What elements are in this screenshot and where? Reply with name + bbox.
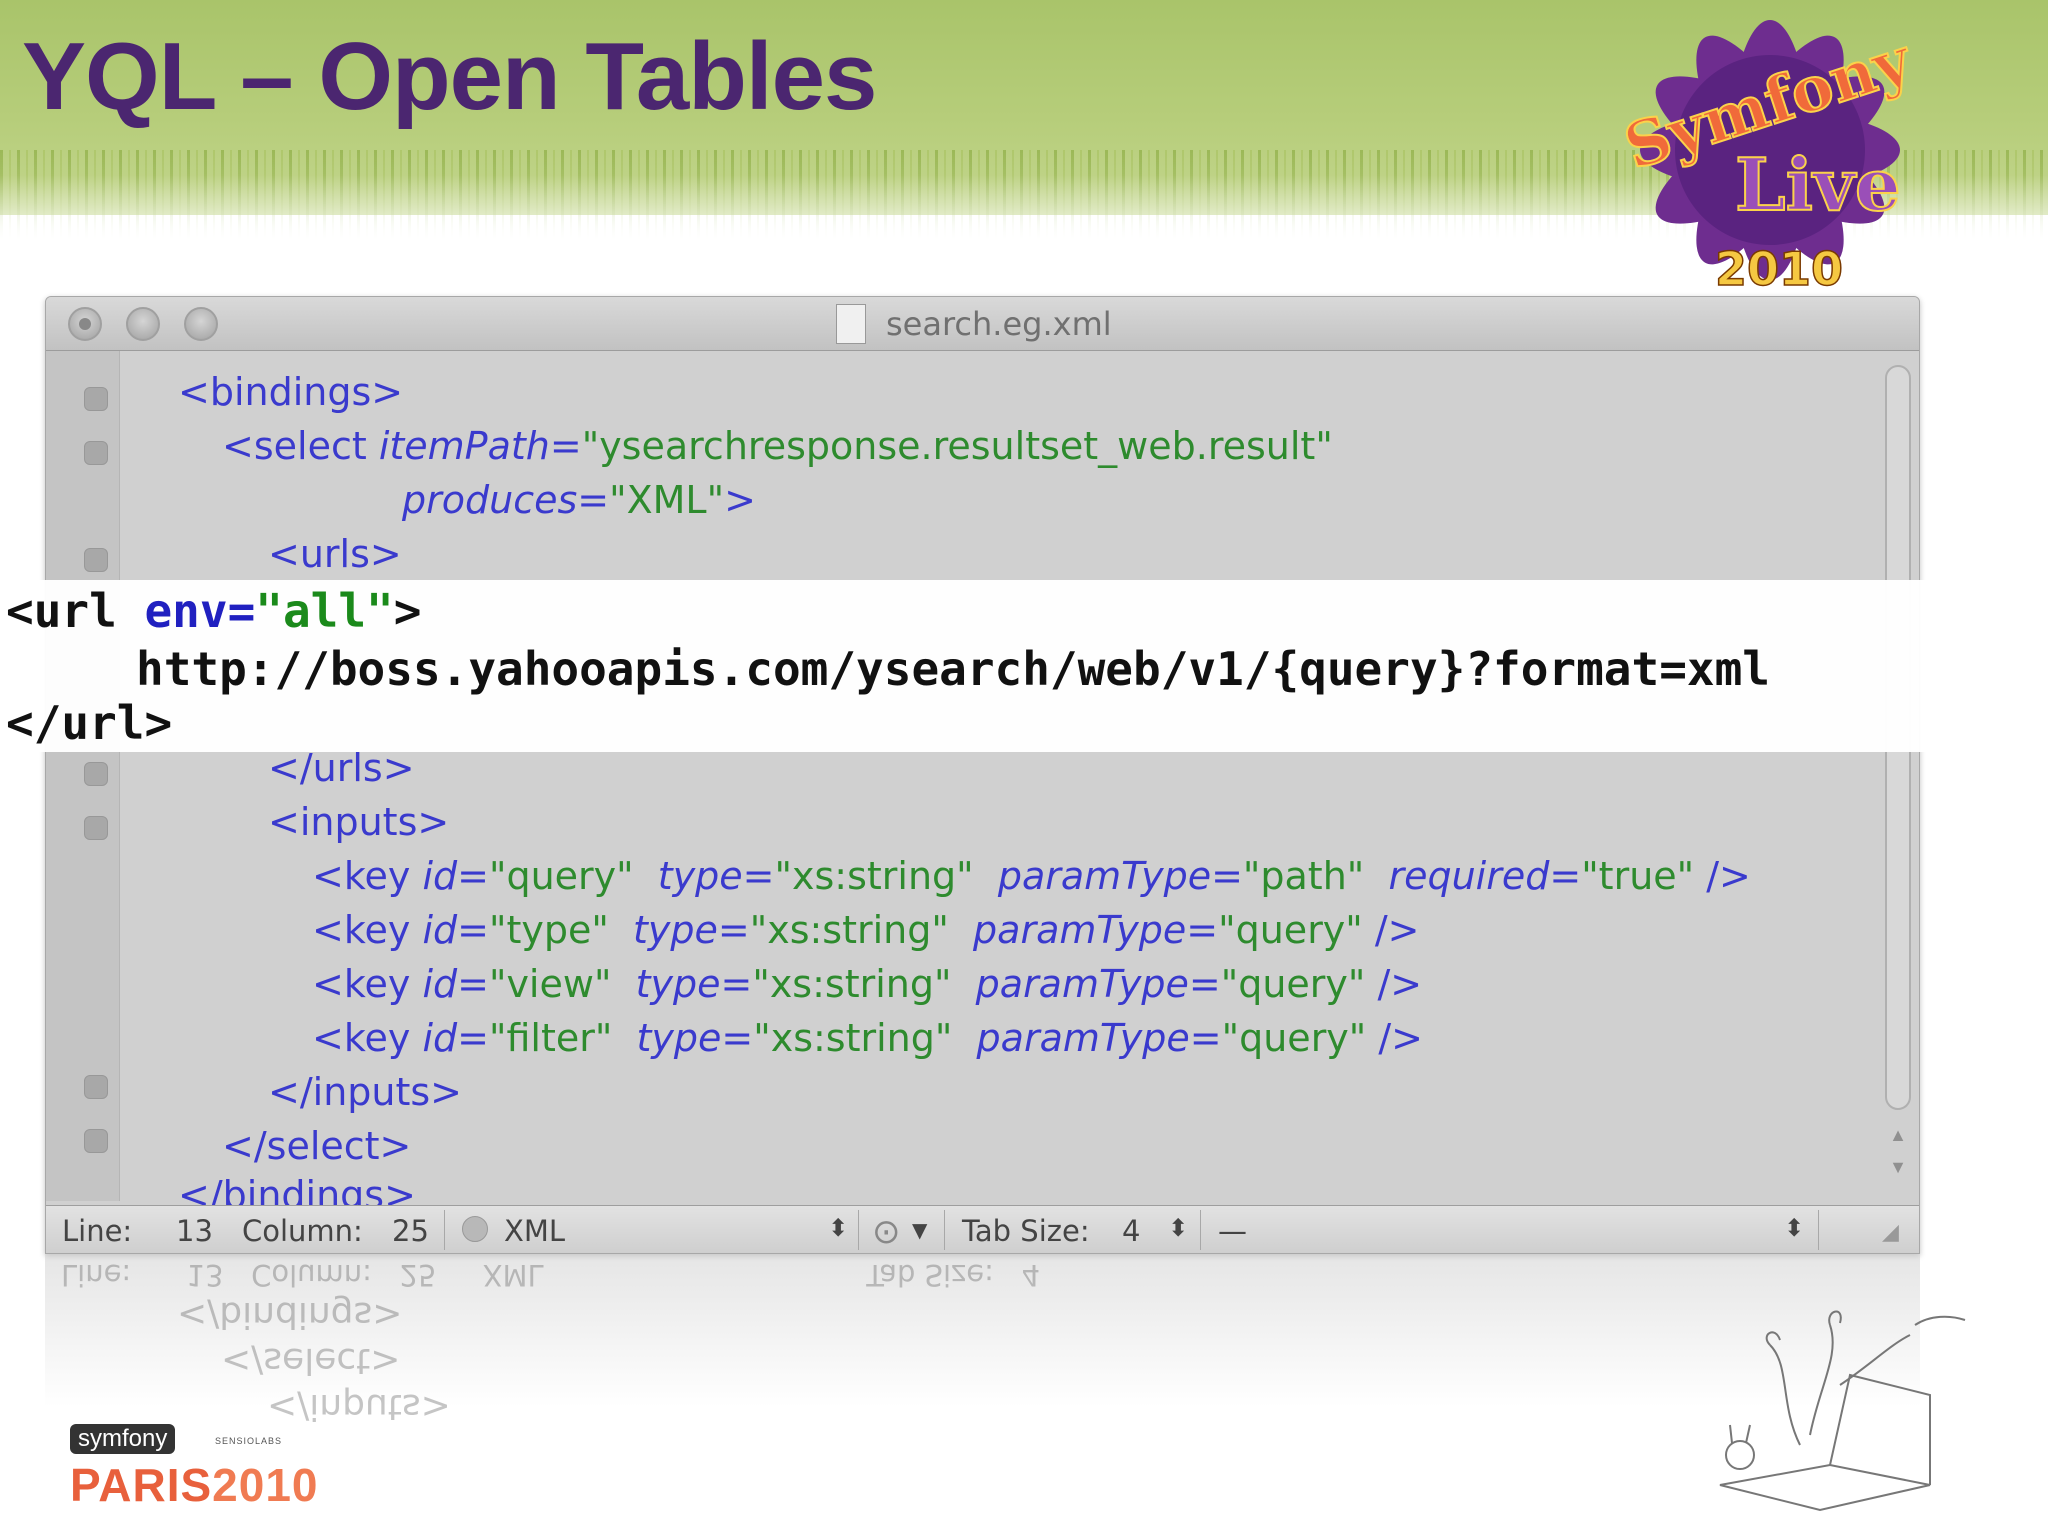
- editor-window: search.eg.xml ▲ ▼ <bindings> <select ite…: [45, 296, 1920, 1254]
- code-line: <inputs>: [268, 800, 450, 844]
- tab-size-value[interactable]: 4: [1122, 1214, 1140, 1248]
- code-line: <key id="filter" type="xs:string" paramT…: [312, 1016, 1424, 1060]
- resize-grip-icon[interactable]: ◢: [1882, 1220, 1899, 1245]
- chevron-down-icon[interactable]: ▼: [912, 1218, 927, 1242]
- column-label: Column:: [242, 1214, 363, 1248]
- language-stepper-icon[interactable]: ⬍: [828, 1214, 848, 1242]
- status-separator: [444, 1210, 445, 1250]
- tab-size-stepper-icon[interactable]: ⬍: [1168, 1214, 1188, 1242]
- logo-text-year: 2010: [1715, 242, 1843, 296]
- status-separator: [858, 1210, 859, 1250]
- code-line: </urls>: [268, 746, 415, 790]
- column-value: 25: [392, 1214, 429, 1248]
- gear-icon[interactable]: ⊙: [872, 1212, 901, 1252]
- code-line: <select itemPath="ysearchresponse.result…: [222, 424, 1333, 468]
- symfony-badge: symfony: [70, 1424, 176, 1454]
- overlay-url-close: </url>: [6, 696, 173, 750]
- reflection-code: </bindings>: [177, 1294, 403, 1335]
- logo-text-live: Live: [1735, 142, 1901, 227]
- overlay-url-text: http://boss.yahooapis.com/ysearch/web/v1…: [136, 642, 1770, 696]
- symfony-live-logo: Symfony Live 2010: [1615, 20, 1922, 297]
- code-line: </select>: [222, 1124, 412, 1168]
- symbol-stepper-icon[interactable]: ⬍: [1784, 1214, 1804, 1242]
- language-select[interactable]: XML: [504, 1214, 565, 1248]
- symbol-select[interactable]: —: [1218, 1214, 1247, 1248]
- reflection-status: Line: 13 Column: 25 XML Tab Size: 4: [61, 1258, 1041, 1292]
- line-value: 13: [176, 1214, 213, 1248]
- code-line: produces="XML">: [402, 478, 756, 522]
- overlay-url-open: <url env="all">: [6, 584, 422, 638]
- line-label: Line:: [62, 1214, 133, 1248]
- sensio-label: SENSIOLABS: [215, 1436, 283, 1446]
- reflection-code: </select>: [221, 1340, 401, 1381]
- language-icon: [462, 1216, 488, 1242]
- code-line: <key id="type" type="xs:string" paramTyp…: [312, 908, 1420, 952]
- code-line: <key id="query" type="xs:string" paramTy…: [312, 854, 1751, 898]
- code-line: <key id="view" type="xs:string" paramTyp…: [312, 962, 1423, 1006]
- status-bar: Line: 13 Column: 25 XML ⬍ ⊙ ▼ Tab Size: …: [46, 1205, 1919, 1253]
- code-area[interactable]: <bindings> <select itemPath="ysearchresp…: [46, 297, 1919, 1253]
- reflection-code: </inputs>: [267, 1386, 451, 1424]
- url-highlight-overlay: <url env="all"> http://boss.yahooapis.co…: [0, 580, 2048, 752]
- code-line: <bindings>: [178, 370, 404, 414]
- tab-size-label: Tab Size:: [962, 1214, 1090, 1248]
- status-separator: [944, 1210, 945, 1250]
- sketch-illustration-icon: [1719, 1310, 1966, 1512]
- code-line: </inputs>: [268, 1070, 463, 1114]
- status-separator: [1818, 1210, 1819, 1250]
- slide-title: YQL – Open Tables: [22, 23, 877, 130]
- code-line: <urls>: [268, 532, 402, 576]
- status-separator: [1200, 1210, 1201, 1250]
- paris-2010-logo: PARIS2010: [70, 1459, 319, 1511]
- window-reflection: Line: 13 Column: 25 XML Tab Size: 4 </bi…: [45, 1254, 1920, 1424]
